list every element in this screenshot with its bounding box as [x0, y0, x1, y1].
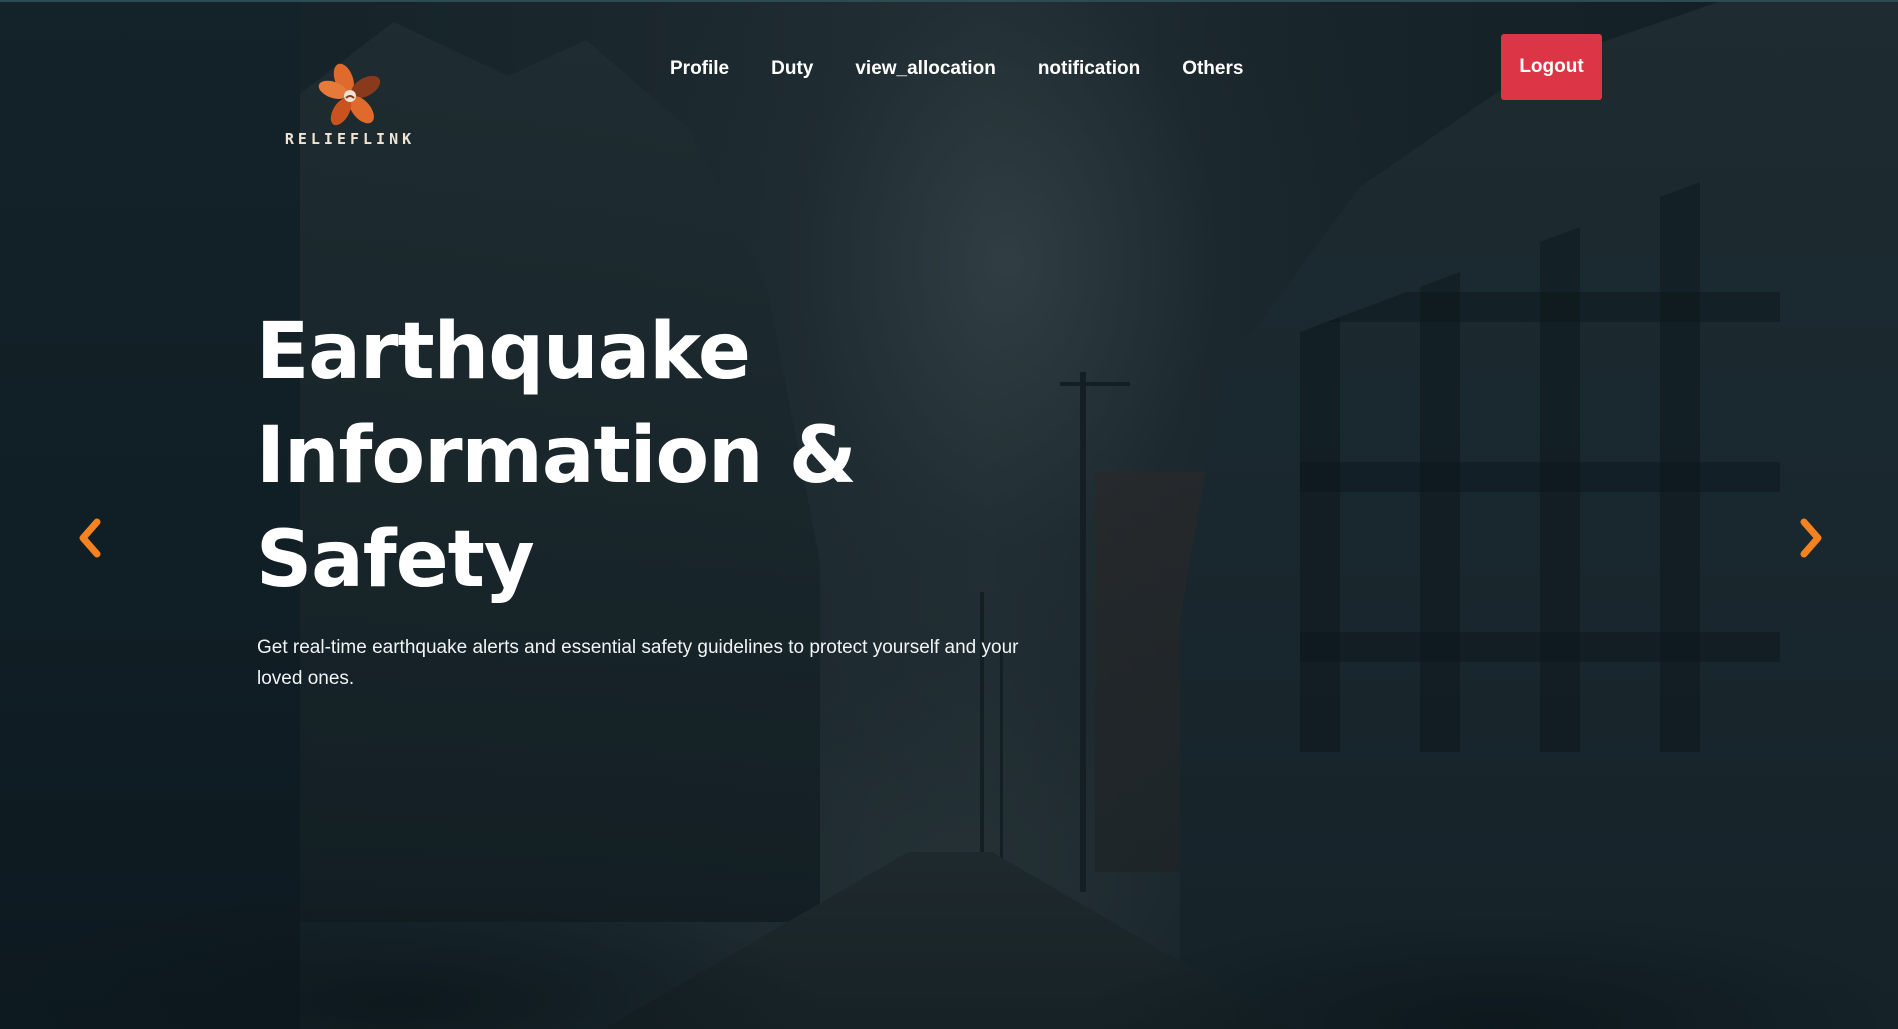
flower-logo-icon	[318, 63, 381, 126]
chevron-left-icon	[79, 518, 101, 558]
carousel-next-button[interactable]	[1791, 510, 1831, 566]
nav-item-notification[interactable]: notification	[1038, 58, 1140, 80]
nav-item-others[interactable]: Others	[1182, 58, 1243, 80]
carousel-prev-button[interactable]	[70, 510, 110, 566]
main-nav: Profile Duty view_allocation notificatio…	[670, 54, 1243, 84]
hero-title-line-3: Safety	[256, 515, 535, 605]
hero-title: Earthquake Information & Safety	[256, 300, 1016, 612]
logout-button[interactable]: Logout	[1501, 34, 1602, 100]
brand-logo[interactable]: RELIEFLINK	[282, 60, 418, 152]
hero-subtitle: Get real-time earthquake alerts and esse…	[257, 637, 1019, 689]
logo-wordmark: RELIEFLINK	[284, 130, 416, 148]
nav-item-profile[interactable]: Profile	[670, 58, 729, 80]
hero-title-line-1: Earthquake	[256, 307, 751, 397]
chevron-right-icon	[1800, 518, 1822, 558]
hero-section: RELIEFLINK Profile Duty view_allocation …	[0, 0, 1898, 1029]
hero-title-line-2: Information &	[256, 411, 857, 501]
nav-item-view-allocation[interactable]: view_allocation	[855, 58, 995, 80]
nav-item-duty[interactable]: Duty	[771, 58, 813, 80]
